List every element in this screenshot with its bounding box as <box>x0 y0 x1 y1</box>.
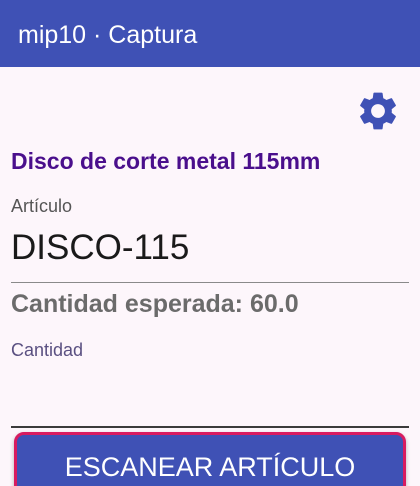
article-value: DISCO-115 <box>11 228 190 267</box>
article-label: Artículo <box>11 196 73 216</box>
app-bar-title: mip10 · Captura <box>18 21 198 49</box>
article-field: Artículo DISCO-115 <box>11 192 409 284</box>
settings-button[interactable] <box>355 88 401 134</box>
capture-screen: mip10 · Captura Disco de corte metal 115… <box>0 0 420 486</box>
article-underline <box>11 282 409 283</box>
scan-article-button[interactable]: ESCANEAR ARTÍCULO <box>14 432 406 486</box>
quantity-label: Cantidad <box>11 340 84 360</box>
expected-quantity: Cantidad esperada: 60.0 <box>11 290 299 318</box>
gear-icon <box>360 92 396 130</box>
product-name: Disco de corte metal 115mm <box>11 148 321 174</box>
quantity-input[interactable]: Cantidad <box>11 334 409 430</box>
quantity-underline <box>11 426 409 428</box>
scan-article-button-label: ESCANEAR ARTÍCULO <box>64 452 356 482</box>
app-bar: mip10 · Captura <box>0 0 420 67</box>
